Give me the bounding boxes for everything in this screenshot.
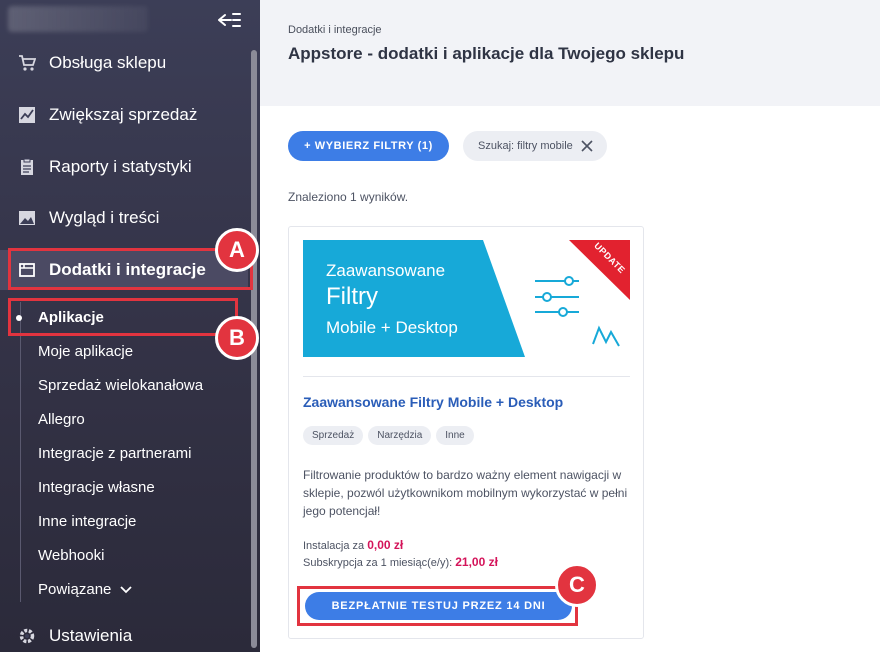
install-price: 0,00 zł <box>367 538 404 552</box>
install-price-row: Instalacja za 0,00 zł <box>303 538 403 552</box>
marker-c: C <box>555 563 599 607</box>
brand-logo-icon <box>592 325 620 347</box>
marker-a: A <box>215 228 259 272</box>
sidebar-item-ustawienia[interactable]: Ustawienia <box>0 616 248 652</box>
sliders-icon <box>535 276 579 317</box>
sidebar-subitem-integracje-wlasne[interactable]: Integracje własne <box>38 477 155 499</box>
subscription-price-row: Subskrypcja za 1 miesiąc(e/y): 21,00 zł <box>303 555 498 569</box>
app-description: Filtrowanie produktów to bardzo ważny el… <box>303 468 628 518</box>
banner-line3: Mobile + Desktop <box>326 318 458 337</box>
sidebar-subitem-integracje-partnerami[interactable]: Integracje z partnerami <box>38 443 191 465</box>
sidebar-item-label: Obsługa sklepu <box>49 53 167 72</box>
card-divider <box>303 376 630 377</box>
chevron-down-icon <box>120 586 133 594</box>
submenu-rail <box>20 302 21 602</box>
marker-b: B <box>215 316 259 360</box>
install-label: Instalacja za <box>303 540 365 552</box>
sidebar-item-zwiekszaj-sprzedaz[interactable]: Zwiększaj sprzedaż <box>0 95 248 135</box>
trend-chart-icon <box>18 106 36 124</box>
sidebar-item-label: Zwiększaj sprzedaż <box>49 105 198 124</box>
sidebar-header <box>0 0 260 40</box>
sidebar-subitem-webhooki[interactable]: Webhooki <box>38 545 104 567</box>
sidebar-item-label: Raporty i statystyki <box>49 157 192 176</box>
app-banner-image[interactable]: Zaawansowane Filtry Mobile + Desktop UPD… <box>303 240 630 357</box>
banner-line1: Zaawansowane <box>326 261 446 280</box>
image-icon <box>18 209 36 227</box>
sidebar-item-obsluga-sklepu[interactable]: Obsługa sklepu <box>0 43 248 83</box>
close-icon[interactable] <box>581 140 593 152</box>
app-tags: Sprzedaż Narzędzia Inne <box>303 426 474 445</box>
sidebar-item-raporty[interactable]: Raporty i statystyki <box>0 147 248 187</box>
tag[interactable]: Narzędzia <box>368 426 432 445</box>
search-chip-label: Szukaj: filtry mobile <box>478 140 573 152</box>
breadcrumb[interactable]: Dodatki i integracje <box>288 24 382 36</box>
app-title-link[interactable]: Zaawansowane Filtry Mobile + Desktop <box>303 394 563 410</box>
highlight-box-c <box>297 586 578 626</box>
sidebar-subitem-sprzedaz-wielokanalowa[interactable]: Sprzedaż wielokanałowa <box>38 375 203 397</box>
subscription-price: 21,00 zł <box>455 555 498 569</box>
search-filter-chip[interactable]: Szukaj: filtry mobile <box>463 131 607 161</box>
highlight-box-b <box>8 298 238 336</box>
sidebar-subitem-powiazane[interactable]: Powiązane <box>38 579 133 601</box>
page-title: Appstore - dodatki i aplikacje dla Twoje… <box>288 44 685 63</box>
subscription-label: Subskrypcja za 1 miesiąc(e/y): <box>303 557 453 569</box>
sidebar-subitem-allegro[interactable]: Allegro <box>38 409 85 431</box>
gear-icon <box>18 627 36 645</box>
sidebar-item-label: Ustawienia <box>49 626 133 645</box>
sidebar-subitem-label: Powiązane <box>38 581 112 598</box>
tag[interactable]: Sprzedaż <box>303 426 364 445</box>
sidebar-item-wyglad[interactable]: Wygląd i treści <box>0 198 248 238</box>
banner-line2: Filtry <box>326 283 378 310</box>
sidebar-subitem-inne-integracje[interactable]: Inne integracje <box>38 511 136 533</box>
sidebar-subitem-moje-aplikacje[interactable]: Moje aplikacje <box>38 341 133 363</box>
shop-logo-blurred <box>8 6 148 32</box>
cart-icon <box>18 54 36 72</box>
sidebar-item-label: Wygląd i treści <box>49 208 160 227</box>
clipboard-icon <box>18 158 36 176</box>
collapse-sidebar-icon[interactable] <box>217 10 241 30</box>
tag[interactable]: Inne <box>436 426 474 445</box>
choose-filters-button[interactable]: + WYBIERZ FILTRY (1) <box>288 131 449 161</box>
results-count: Znaleziono 1 wyników. <box>288 190 409 204</box>
